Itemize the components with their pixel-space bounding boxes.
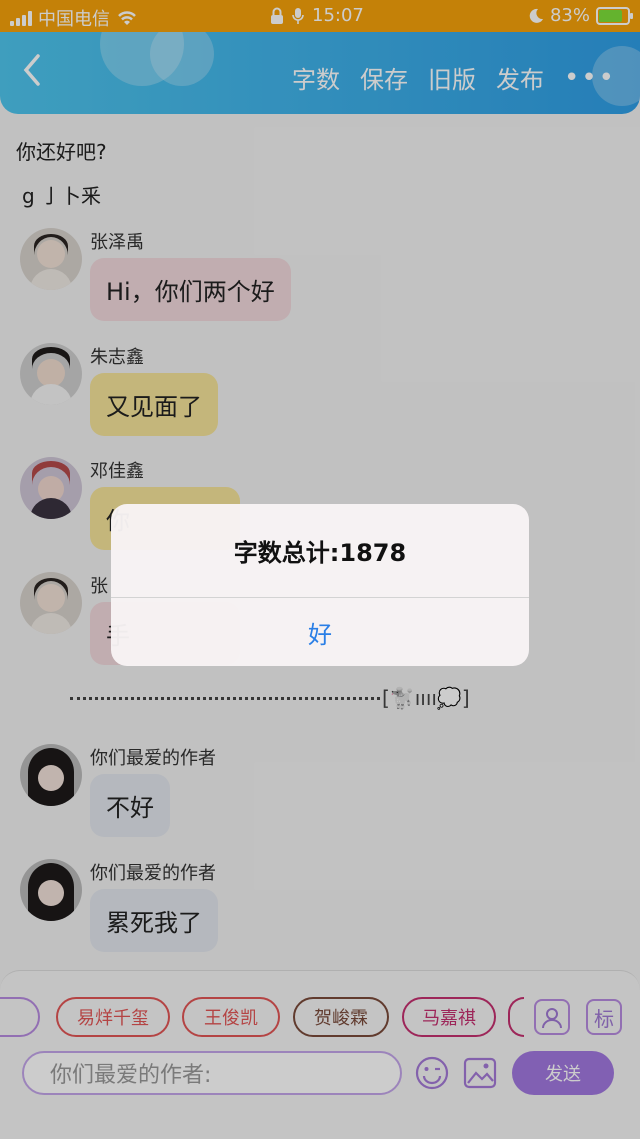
dialog-ok-button[interactable]: 好 xyxy=(111,598,529,666)
dialog-title: 字数总计:1878 xyxy=(111,504,529,598)
word-count-dialog: 字数总计:1878 好 xyxy=(111,504,529,666)
